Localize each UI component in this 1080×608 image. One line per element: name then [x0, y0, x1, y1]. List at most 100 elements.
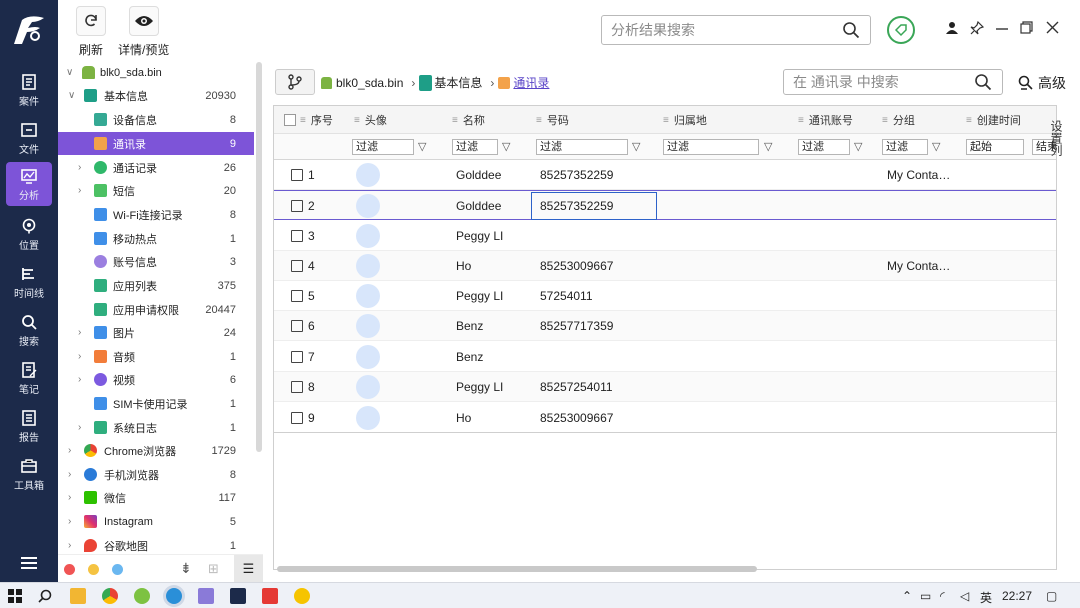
chevron-right-icon[interactable]: ›: [78, 351, 81, 362]
chevron-up-icon[interactable]: ⌃: [902, 589, 912, 603]
breadcrumb-current[interactable]: 通讯录: [498, 74, 549, 91]
advanced-search-button[interactable]: 高级: [1018, 73, 1066, 93]
tree-item-device-info[interactable]: 设备信息 8: [58, 108, 254, 131]
ie-icon[interactable]: [134, 588, 150, 604]
tree-item-basic-info[interactable]: ∨ 基本信息 20930: [58, 84, 254, 107]
filter-icon[interactable]: ▽: [932, 140, 940, 153]
tree-item-app-list[interactable]: 应用列表 375: [58, 274, 254, 297]
tree-item-wechat[interactable]: › 微信 117: [58, 486, 254, 509]
windows-start-icon[interactable]: [8, 589, 22, 603]
table-horizontal-scrollbar[interactable]: [277, 566, 757, 572]
drag-handle-icon[interactable]: ≡: [452, 115, 458, 126]
user-icon[interactable]: [946, 21, 958, 35]
collapse-icon[interactable]: ⇟: [180, 560, 192, 577]
breadcrumb-item[interactable]: 基本信息: [419, 74, 482, 91]
search-icon[interactable]: [842, 21, 860, 39]
row-checkbox[interactable]: [291, 381, 303, 393]
nav-notes[interactable]: 笔记: [6, 356, 52, 400]
column-header-name[interactable]: ≡ 名称: [452, 106, 532, 134]
nav-report[interactable]: 报告: [6, 404, 52, 448]
app-icon[interactable]: [198, 588, 214, 604]
tag-button[interactable]: [887, 16, 915, 44]
drag-handle-icon[interactable]: ≡: [798, 115, 804, 126]
chevron-right-icon[interactable]: ›: [68, 445, 71, 456]
tree-item-contacts[interactable]: 通讯录 9: [58, 132, 254, 155]
global-search-input[interactable]: 分析结果搜索: [601, 15, 871, 45]
nav-timeline[interactable]: 时间线: [6, 260, 52, 304]
tree-item-chrome[interactable]: › Chrome浏览器 1729: [58, 439, 254, 462]
tree-item-images[interactable]: › 图片 24: [58, 321, 254, 344]
row-checkbox[interactable]: [291, 169, 303, 181]
tree-item-audio[interactable]: › 音频 1: [58, 345, 254, 368]
filter-icon[interactable]: ▽: [854, 140, 862, 153]
filter-number-input[interactable]: 过滤: [536, 139, 628, 155]
drag-handle-icon[interactable]: ≡: [354, 115, 360, 126]
nav-files[interactable]: 文件: [6, 116, 52, 160]
table-row[interactable]: 5 Peggy LI 57254011: [274, 281, 1056, 311]
list-view-icon[interactable]: ☰: [234, 555, 263, 582]
column-header-account[interactable]: ≡ 通讯账号: [798, 106, 878, 134]
row-checkbox[interactable]: [291, 260, 303, 272]
nav-location[interactable]: 位置: [6, 212, 52, 256]
search-icon[interactable]: [38, 589, 52, 603]
chevron-right-icon[interactable]: ›: [68, 540, 71, 551]
row-checkbox[interactable]: [291, 290, 303, 302]
table-row[interactable]: 9 Ho 85253009667: [274, 403, 1056, 433]
row-checkbox[interactable]: [291, 351, 303, 363]
row-checkbox[interactable]: [291, 412, 303, 424]
chevron-down-icon[interactable]: ∨: [66, 67, 73, 78]
column-header-group[interactable]: ≡ 分组: [882, 106, 962, 134]
filter-group-input[interactable]: 过滤: [882, 139, 928, 155]
table-row[interactable]: 3 Peggy LI: [274, 221, 1056, 251]
tree-item-syslog[interactable]: › 系统日志 1: [58, 416, 254, 439]
chevron-down-icon[interactable]: ∨: [68, 90, 75, 101]
edge-icon[interactable]: [166, 588, 182, 604]
tree-item-instagram[interactable]: › Instagram 5: [58, 510, 254, 533]
wps-icon[interactable]: [262, 588, 278, 604]
chevron-right-icon[interactable]: ›: [68, 469, 71, 480]
column-header-avatar[interactable]: ≡ 头像: [354, 106, 444, 134]
menu-icon[interactable]: [20, 556, 38, 570]
column-header-location[interactable]: ≡ 归属地: [663, 106, 783, 134]
app-icon[interactable]: [294, 588, 310, 604]
close-icon[interactable]: [1046, 21, 1059, 34]
tree-item-sms[interactable]: › 短信 20: [58, 179, 254, 202]
filter-icon[interactable]: ▽: [502, 140, 510, 153]
volume-icon[interactable]: ◁: [960, 589, 969, 603]
select-all-checkbox[interactable]: [284, 114, 296, 126]
chevron-right-icon[interactable]: ›: [78, 327, 81, 338]
filter-location-input[interactable]: 过滤: [663, 139, 759, 155]
drag-handle-icon[interactable]: ≡: [663, 115, 669, 126]
branch-button[interactable]: [275, 69, 315, 95]
details-preview-button[interactable]: 详情/预览: [118, 6, 169, 58]
tree-item-call-log[interactable]: › 通话记录 26: [58, 156, 254, 179]
tree-scrollbar[interactable]: [256, 62, 262, 452]
chrome-icon[interactable]: [102, 588, 118, 604]
nav-toolbox[interactable]: 工具箱: [6, 452, 52, 496]
yellow-status-dot[interactable]: [88, 564, 99, 575]
chevron-right-icon[interactable]: ›: [78, 162, 81, 173]
drag-handle-icon[interactable]: ≡: [882, 115, 888, 126]
grid-view-icon[interactable]: ⊞: [208, 561, 219, 577]
chevron-right-icon[interactable]: ›: [78, 185, 81, 196]
tree-item-sim[interactable]: SIM卡使用记录 1: [58, 392, 254, 415]
pin-icon[interactable]: [970, 21, 984, 35]
table-row[interactable]: 7 Benz: [274, 342, 1056, 372]
chevron-right-icon[interactable]: ›: [78, 422, 81, 433]
refresh-button[interactable]: 刷新: [76, 6, 106, 58]
row-checkbox[interactable]: [291, 320, 303, 332]
filter-icon[interactable]: ▽: [418, 140, 426, 153]
date-from-input[interactable]: 起始: [966, 139, 1024, 155]
tree-item-hotspot[interactable]: 移动热点 1: [58, 227, 254, 250]
filter-icon[interactable]: ▽: [632, 140, 640, 153]
restore-icon[interactable]: [1020, 21, 1033, 34]
notification-icon[interactable]: ▢: [1046, 589, 1057, 603]
list-search-input[interactable]: 在 通讯录 中搜索: [783, 69, 1003, 95]
tree-item-mobile-browser[interactable]: › 手机浏览器 8: [58, 463, 254, 486]
filter-icon[interactable]: ▽: [764, 140, 772, 153]
nav-search[interactable]: 搜索: [6, 308, 52, 352]
filter-account-input[interactable]: 过滤: [798, 139, 850, 155]
ime-indicator[interactable]: 英: [980, 589, 992, 606]
chevron-right-icon[interactable]: ›: [68, 492, 71, 503]
file-explorer-icon[interactable]: [70, 588, 86, 604]
